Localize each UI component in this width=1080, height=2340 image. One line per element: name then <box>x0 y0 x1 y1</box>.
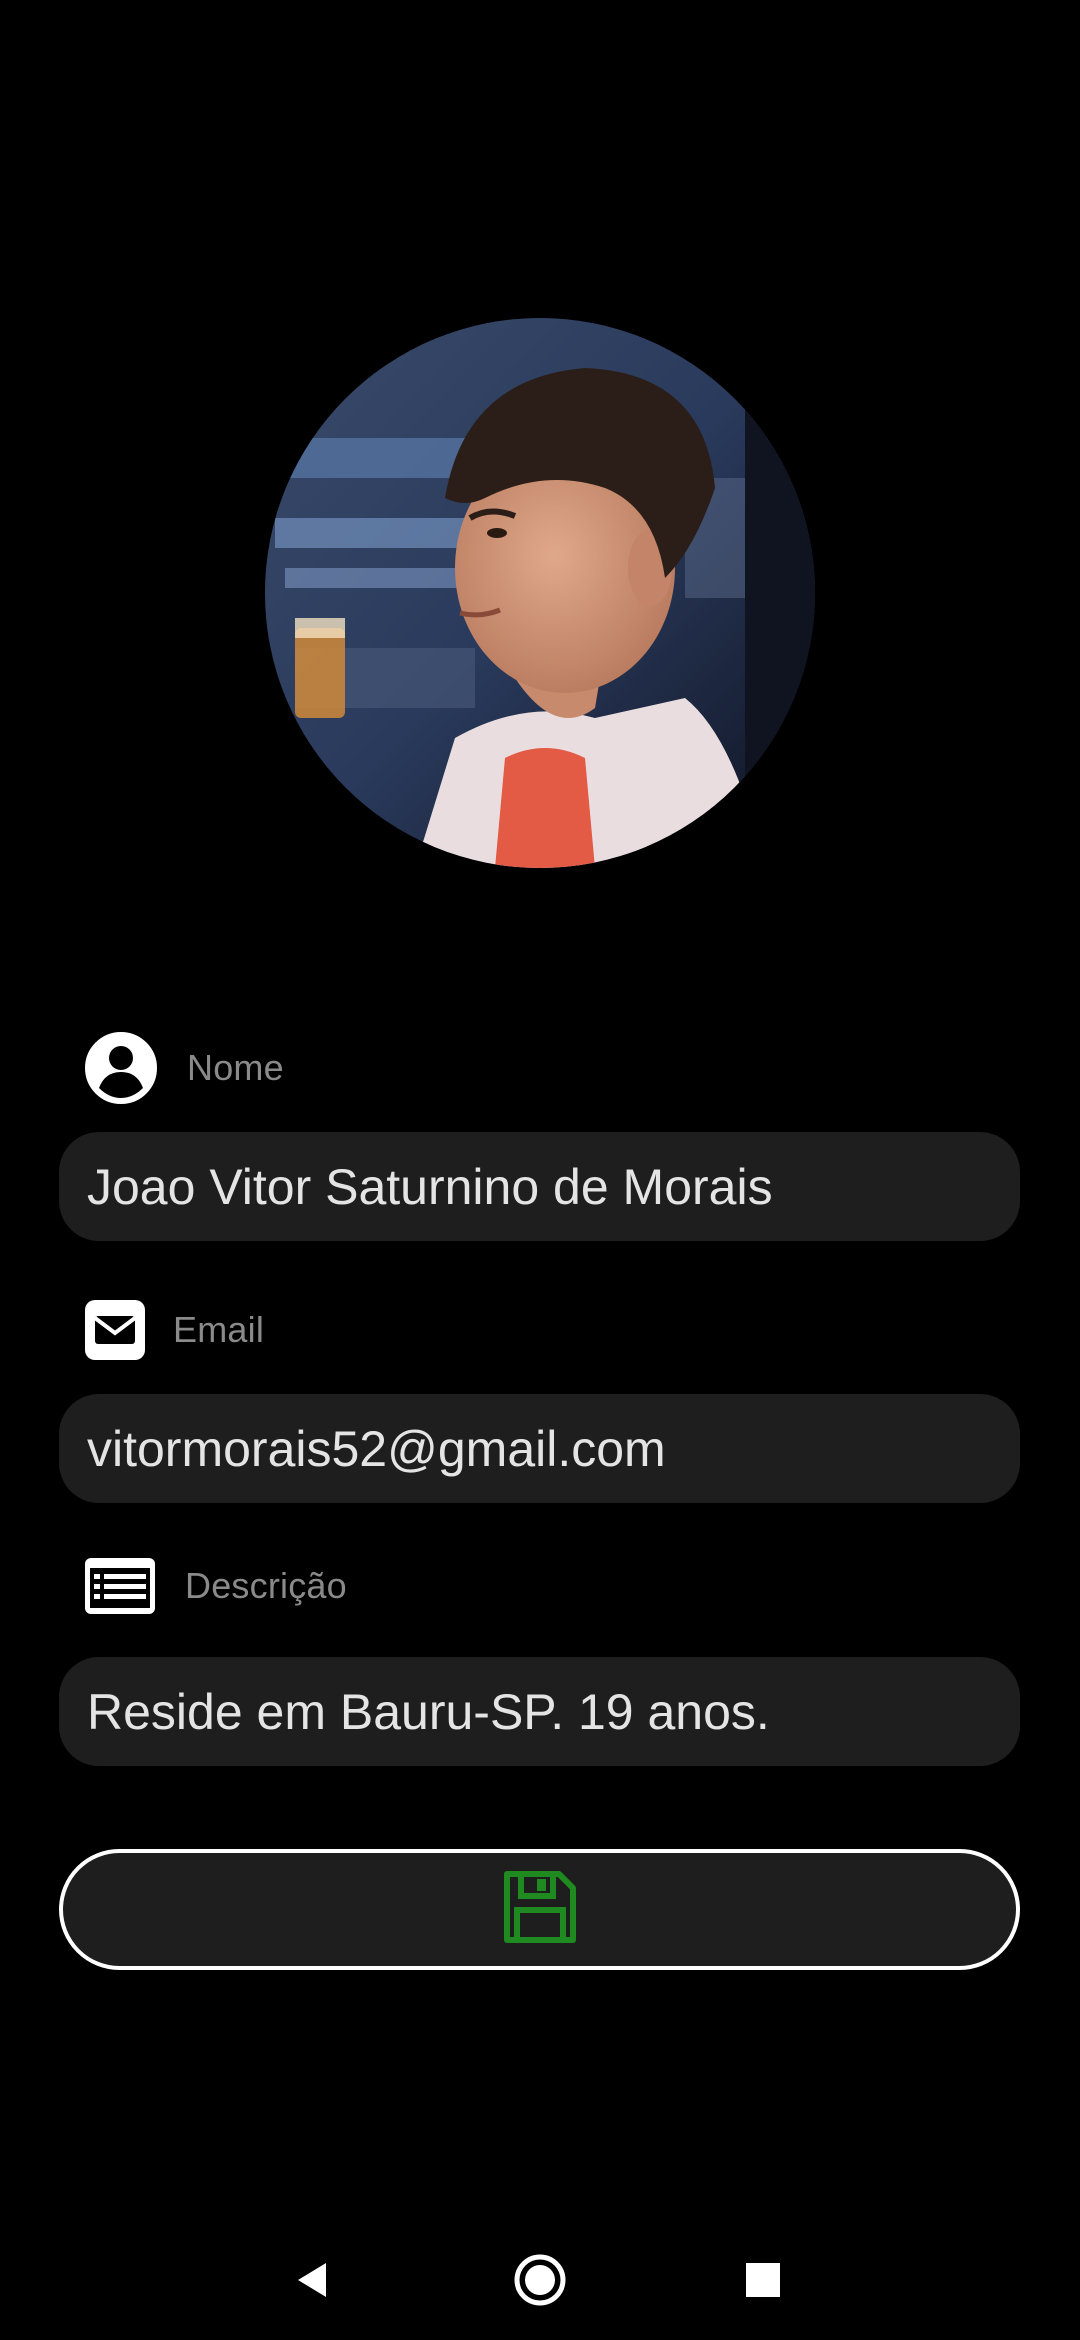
name-label-row: Nome <box>85 1032 284 1104</box>
square-recents-icon[interactable] <box>733 2250 793 2310</box>
description-label: Descrição <box>185 1565 347 1606</box>
triangle-back-icon[interactable] <box>283 2250 343 2310</box>
list-icon <box>85 1558 155 1614</box>
profile-photo <box>265 318 815 868</box>
save-button[interactable] <box>59 1849 1020 1970</box>
description-label-row: Descrição <box>85 1558 347 1614</box>
circle-home-icon[interactable] <box>510 2250 570 2310</box>
email-label-row: Email <box>85 1300 264 1360</box>
account-circle-icon <box>85 1032 157 1104</box>
profile-avatar[interactable] <box>265 318 815 868</box>
navigation-bar <box>0 2220 1080 2330</box>
email-label: Email <box>173 1309 265 1350</box>
description-field[interactable]: Reside em Bauru-SP. 19 anos. <box>59 1657 1020 1766</box>
email-field[interactable]: vitormorais52@gmail.com <box>59 1394 1020 1503</box>
envelope-icon <box>85 1300 145 1360</box>
floppy-disk-icon <box>503 1870 577 1949</box>
name-field[interactable]: Joao Vitor Saturnino de Morais <box>59 1132 1020 1241</box>
name-label: Nome <box>187 1047 284 1088</box>
